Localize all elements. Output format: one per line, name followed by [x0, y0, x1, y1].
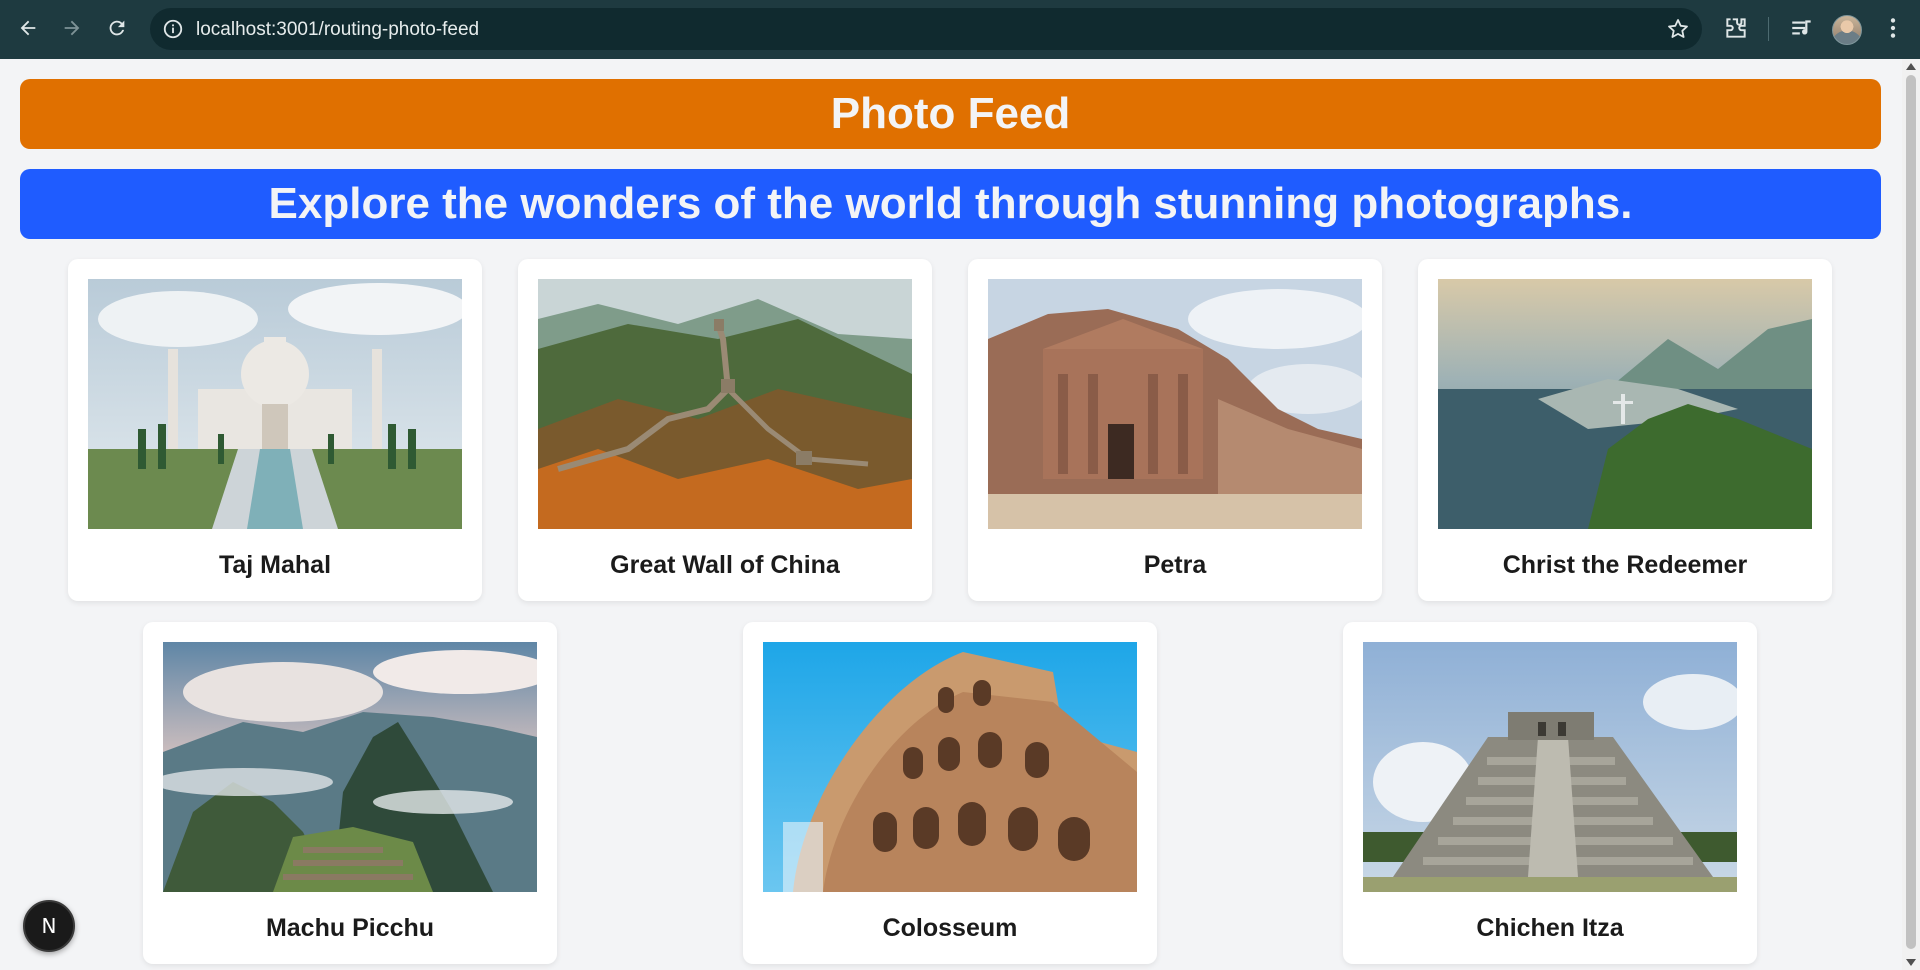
media-controls-icon[interactable]	[1789, 15, 1815, 41]
scrollbar-thumb[interactable]	[1906, 75, 1916, 949]
vertical-scrollbar[interactable]	[1902, 59, 1920, 970]
photo-colosseum	[763, 642, 1137, 892]
photo-machu-picchu	[163, 642, 537, 892]
photo-petra	[988, 279, 1362, 529]
back-button[interactable]	[12, 12, 44, 44]
toolbar-divider	[1768, 17, 1769, 41]
bookmark-star-icon[interactable]	[1666, 17, 1690, 41]
photo-card-christ-the-redeemer[interactable]: Christ the Redeemer	[1418, 259, 1832, 601]
profile-avatar[interactable]	[1832, 15, 1862, 45]
photo-card-chichen-itza[interactable]: Chichen Itza	[1343, 622, 1757, 964]
photo-caption: Christ the Redeemer	[1502, 551, 1748, 579]
photo-chichen-itza	[1363, 642, 1737, 892]
browser-toolbar: localhost:3001/routing-photo-feed	[0, 0, 1920, 59]
site-info-icon[interactable]	[162, 18, 184, 40]
url-text[interactable]: localhost:3001/routing-photo-feed	[196, 19, 479, 41]
photo-caption: Petra	[1143, 551, 1207, 579]
photo-card-machu-picchu[interactable]: Machu Picchu	[143, 622, 557, 964]
nextjs-dev-indicator[interactable]: N	[23, 900, 75, 952]
photo-caption: Chichen Itza	[1476, 914, 1624, 942]
more-menu-icon[interactable]	[1880, 15, 1906, 41]
nextjs-logo-icon: N	[41, 914, 57, 938]
photo-caption: Machu Picchu	[265, 914, 435, 942]
photo-christ-the-redeemer	[1438, 279, 1812, 529]
photo-taj-mahal	[88, 279, 462, 529]
reload-button[interactable]	[101, 12, 133, 44]
scroll-up-icon[interactable]	[1906, 63, 1916, 70]
photo-caption: Colosseum	[882, 914, 1018, 942]
photo-card-petra[interactable]: Petra	[968, 259, 1382, 601]
reload-icon	[109, 20, 125, 36]
address-bar[interactable]: localhost:3001/routing-photo-feed	[150, 8, 1702, 50]
page-viewport: Photo Feed Explore the wonders of the wo…	[0, 59, 1902, 970]
photo-caption: Great Wall of China	[610, 551, 840, 579]
photo-card-great-wall[interactable]: Great Wall of China	[518, 259, 932, 601]
page-title: Photo Feed	[20, 79, 1881, 149]
forward-button[interactable]	[56, 12, 88, 44]
photo-caption: Taj Mahal	[218, 551, 332, 579]
arrow-left-icon	[20, 20, 36, 36]
arrow-right-icon	[64, 20, 80, 36]
photo-card-colosseum[interactable]: Colosseum	[743, 622, 1157, 964]
photo-card-taj-mahal[interactable]: Taj Mahal	[68, 259, 482, 601]
extensions-icon[interactable]	[1723, 15, 1749, 41]
scroll-down-icon[interactable]	[1906, 959, 1916, 966]
page-subtitle: Explore the wonders of the world through…	[20, 169, 1881, 239]
photo-great-wall	[538, 279, 912, 529]
